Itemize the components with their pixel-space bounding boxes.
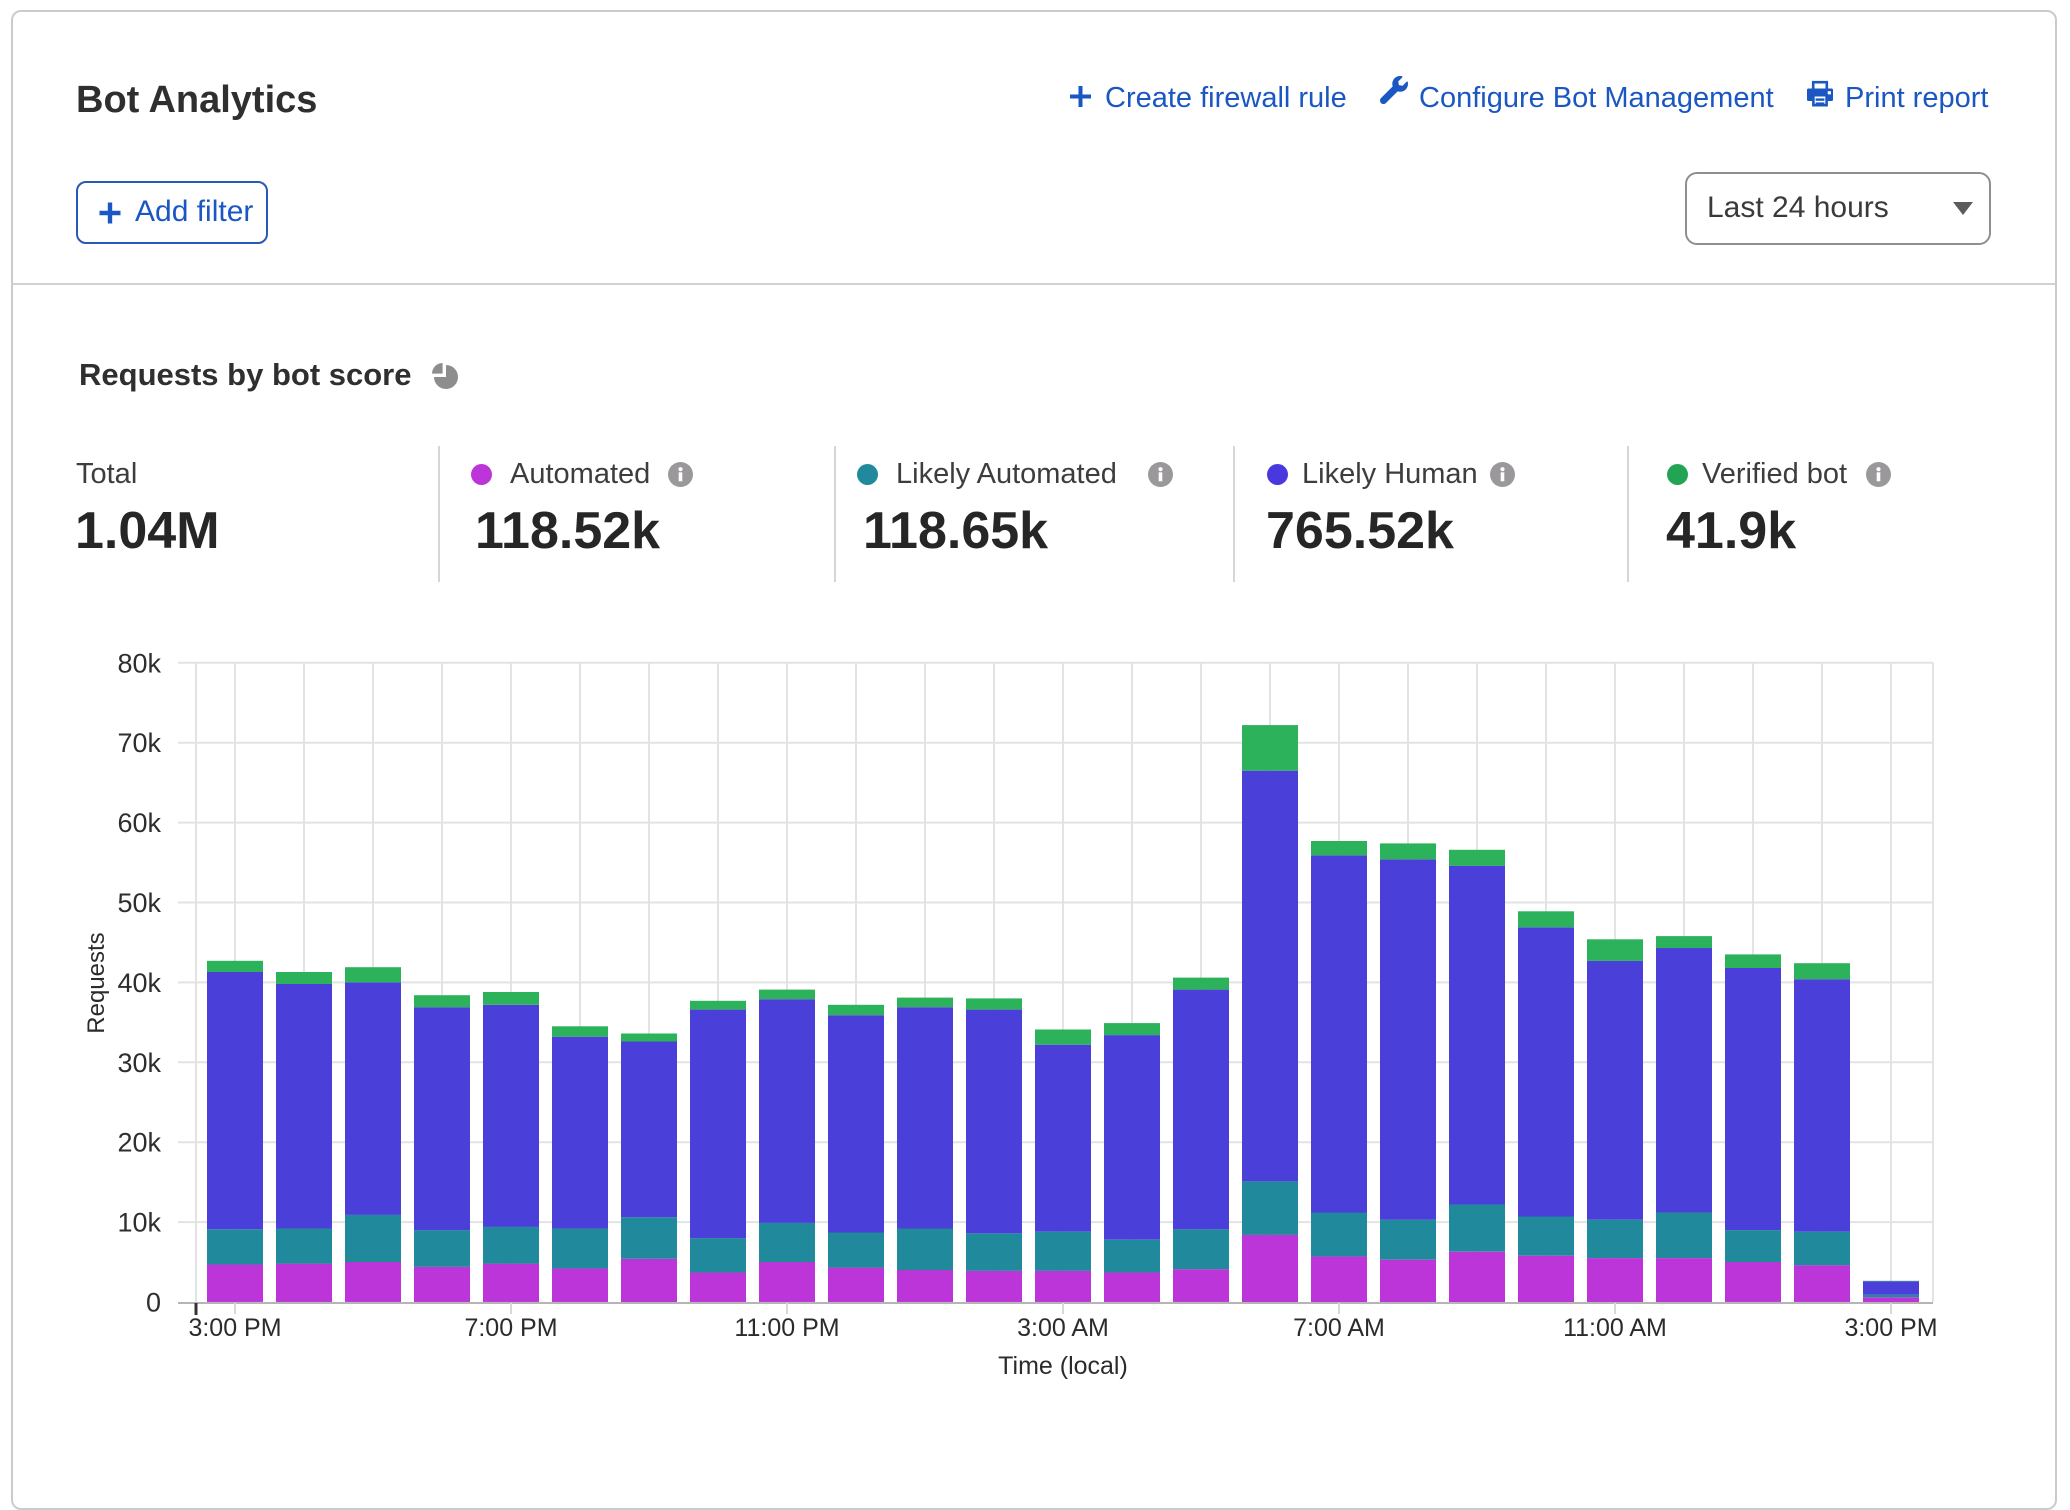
svg-text:30k: 30k — [117, 1048, 161, 1078]
svg-text:Time (local): Time (local) — [998, 1352, 1128, 1380]
svg-text:60k: 60k — [117, 808, 161, 838]
svg-text:70k: 70k — [117, 728, 161, 758]
svg-text:80k: 80k — [117, 648, 161, 678]
svg-text:3:00 PM: 3:00 PM — [188, 1314, 281, 1342]
svg-text:7:00 AM: 7:00 AM — [1293, 1314, 1385, 1342]
svg-text:0: 0 — [146, 1288, 161, 1318]
svg-text:10k: 10k — [117, 1208, 161, 1238]
svg-text:11:00 AM: 11:00 AM — [1563, 1314, 1667, 1342]
svg-text:3:00 AM: 3:00 AM — [1017, 1314, 1109, 1342]
svg-text:50k: 50k — [117, 888, 161, 918]
svg-text:Requests: Requests — [83, 932, 110, 1033]
svg-text:20k: 20k — [117, 1128, 161, 1158]
svg-text:7:00 PM: 7:00 PM — [464, 1314, 557, 1342]
svg-text:40k: 40k — [117, 968, 161, 998]
svg-text:3:00 PM: 3:00 PM — [1844, 1314, 1937, 1342]
svg-text:11:00 PM: 11:00 PM — [734, 1314, 839, 1342]
